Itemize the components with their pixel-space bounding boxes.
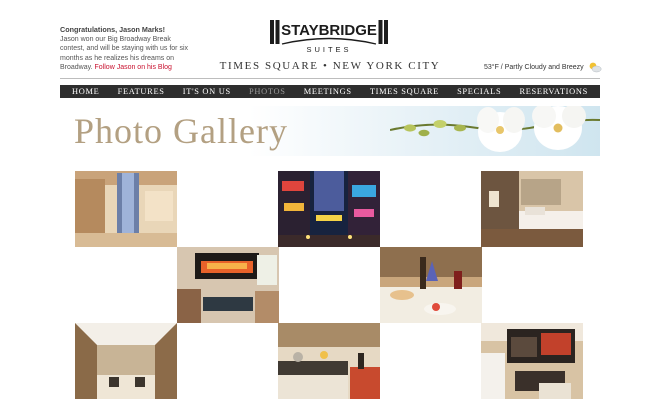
photo-guest-bedroom[interactable]: [481, 171, 583, 247]
nav-its-on-us[interactable]: IT'S ON US: [183, 87, 231, 96]
page-title: Photo Gallery: [74, 111, 288, 151]
nav-meetings[interactable]: MEETINGS: [304, 87, 352, 96]
photo-times-square[interactable]: [278, 171, 380, 247]
logo-wordmark: STAYBRIDGE: [281, 22, 377, 39]
weather-widget: 53°F / Partly Cloudy and Breezy: [484, 61, 602, 73]
staybridge-logo[interactable]: STAYBRIDGE SUITES: [270, 19, 388, 55]
nav-specials[interactable]: SPECIALS: [457, 87, 501, 96]
nav-photos[interactable]: PHOTOS: [249, 87, 286, 96]
nav-reservations[interactable]: RESERVATIONS: [519, 87, 588, 96]
main-nav: HOME FEATURES IT'S ON US PHOTOS MEETINGS…: [60, 85, 600, 98]
weather-text: 53°F / Partly Cloudy and Breezy: [484, 63, 584, 71]
nav-home[interactable]: HOME: [72, 87, 99, 96]
gallery-banner: Photo Gallery: [60, 106, 600, 156]
photo-living-area[interactable]: [481, 323, 583, 399]
photo-fireplace-lounge[interactable]: [177, 247, 279, 323]
nav-times-square[interactable]: TIMES SQUARE: [370, 87, 439, 96]
photo-lobby[interactable]: [75, 171, 177, 247]
logo-subword: SUITES: [306, 45, 351, 54]
promo-block: Congratulations, Jason Marks! Jason won …: [60, 25, 190, 73]
nav-features[interactable]: FEATURES: [118, 87, 165, 96]
header-divider: [60, 78, 600, 79]
location-tagline: TIMES SQUARE • NEW YORK CITY: [219, 60, 441, 72]
promo-headline: Congratulations, Jason Marks!: [60, 25, 166, 34]
blog-link[interactable]: Follow Jason on his Blog: [95, 64, 172, 71]
orchid-illustration: [390, 106, 600, 152]
photo-atrium-dining[interactable]: [75, 323, 177, 399]
partly-cloudy-icon: [589, 62, 602, 73]
photo-breakfast-table[interactable]: [380, 247, 482, 323]
photo-suite-kitchen[interactable]: [278, 323, 380, 399]
